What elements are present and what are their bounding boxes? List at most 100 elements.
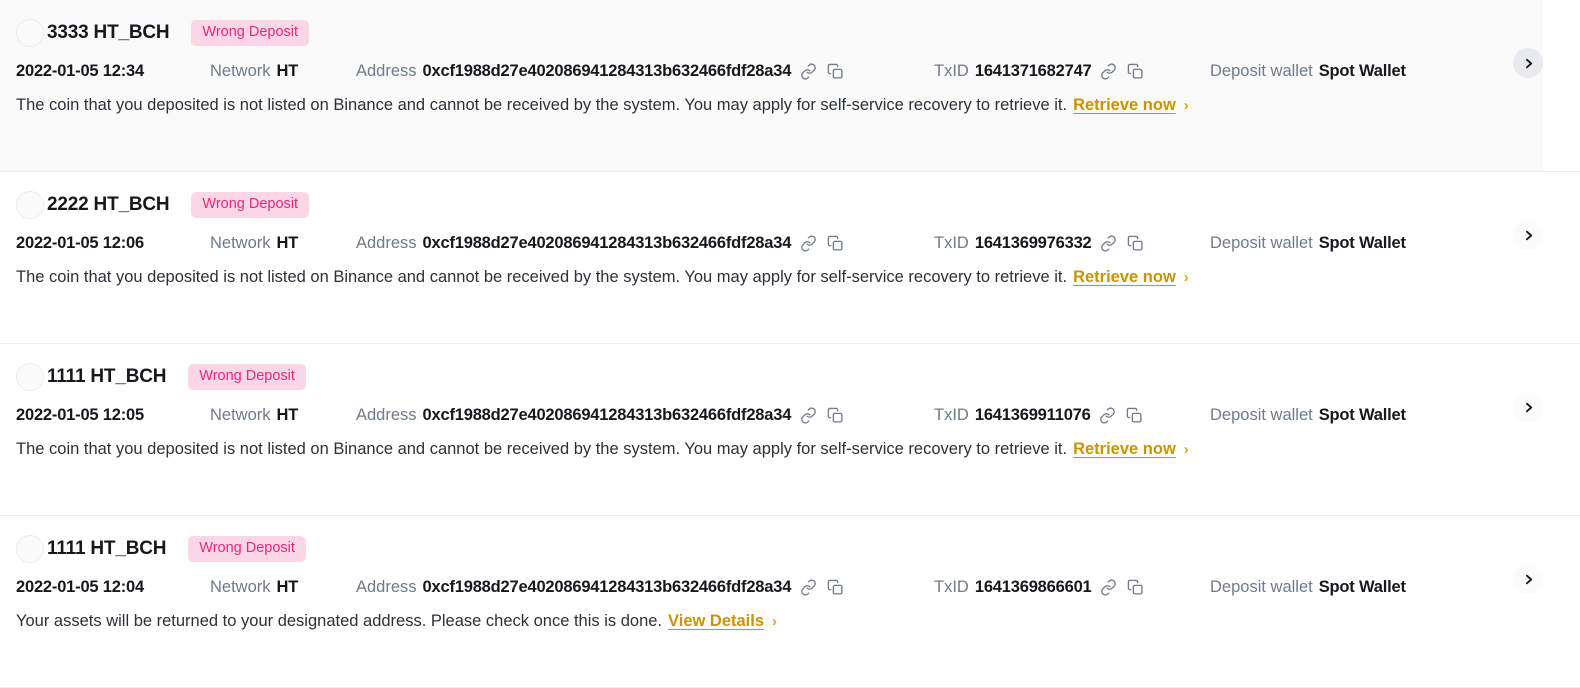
- deposit-row[interactable]: 2222 HT_BCH Wrong Deposit 2022-01-05 12:…: [0, 172, 1580, 344]
- deposit-amount: 3333 HT_BCH: [47, 22, 170, 43]
- deposit-time: 2022-01-05 12:05: [16, 405, 144, 424]
- row-header: 1111 HT_BCH Wrong Deposit: [16, 358, 1564, 396]
- txid-field: TxID 1641371682747: [934, 61, 1210, 81]
- txid-link-icon[interactable]: [1098, 405, 1118, 425]
- row-header: 2222 HT_BCH Wrong Deposit: [16, 186, 1564, 224]
- row-description: The coin that you deposited is not liste…: [16, 264, 1564, 290]
- address-field: Address 0xcf1988d27e402086941284313b6324…: [356, 577, 934, 597]
- description-text: The coin that you deposited is not liste…: [16, 267, 1068, 286]
- address-link-icon[interactable]: [798, 405, 818, 425]
- txid-label: TxID: [934, 61, 969, 80]
- row-expand-button[interactable]: [1513, 392, 1543, 422]
- chevron-right-icon-link[interactable]: ›: [1184, 269, 1189, 286]
- network-field: Network HT: [210, 234, 356, 253]
- address-value: 0xcf1988d27e402086941284313b632466fdf28a…: [422, 61, 792, 80]
- address-link-icon[interactable]: [798, 577, 818, 597]
- txid-field: TxID 1641369911076: [934, 405, 1210, 425]
- chevron-right-icon-link[interactable]: ›: [1184, 97, 1189, 114]
- status-badge: Wrong Deposit: [188, 364, 306, 390]
- deposit-wallet-field: Deposit wallet Spot Wallet: [1210, 578, 1406, 597]
- row-expand-button[interactable]: [1513, 564, 1543, 594]
- txid-link-icon[interactable]: [1099, 61, 1119, 81]
- deposit-wallet-label: Deposit wallet: [1210, 577, 1313, 596]
- deposit-wallet-field: Deposit wallet Spot Wallet: [1210, 406, 1406, 425]
- deposit-time: 2022-01-05 12:06: [16, 233, 144, 252]
- network-label: Network: [210, 61, 271, 80]
- row-meta: 2022-01-05 12:34 Network HT Address 0xcf…: [16, 56, 1564, 86]
- deposit-wallet-value: Spot Wallet: [1318, 577, 1406, 596]
- deposit-wallet-label: Deposit wallet: [1210, 405, 1313, 424]
- coin-avatar: [16, 191, 44, 219]
- network-value: HT: [276, 61, 299, 80]
- status-badge: Wrong Deposit: [191, 20, 310, 46]
- deposit-time: 2022-01-05 12:34: [16, 61, 144, 80]
- description-action-link[interactable]: Retrieve now: [1073, 96, 1176, 115]
- deposit-row[interactable]: 1111 HT_BCH Wrong Deposit 2022-01-05 12:…: [0, 344, 1580, 516]
- address-link-icon[interactable]: [798, 61, 818, 81]
- deposit-wallet-value: Spot Wallet: [1318, 405, 1406, 424]
- deposit-amount: 2222 HT_BCH: [47, 194, 170, 215]
- row-header: 3333 HT_BCH Wrong Deposit: [16, 14, 1564, 52]
- coin-avatar: [16, 363, 44, 391]
- chevron-right-icon-link[interactable]: ›: [1184, 441, 1189, 458]
- description-action-link[interactable]: Retrieve now: [1073, 440, 1176, 459]
- txid-link-icon[interactable]: [1099, 577, 1119, 597]
- address-copy-icon[interactable]: [825, 61, 845, 81]
- coin-avatar: [16, 535, 44, 563]
- txid-value: 1641369911076: [974, 405, 1091, 424]
- description-action-link[interactable]: View Details: [668, 612, 764, 631]
- description-text: Your assets will be returned to your des…: [16, 611, 663, 630]
- txid-label: TxID: [934, 233, 969, 252]
- row-header: 1111 HT_BCH Wrong Deposit: [16, 530, 1564, 568]
- deposit-wallet-value: Spot Wallet: [1318, 61, 1406, 80]
- deposit-wallet-label: Deposit wallet: [1210, 61, 1313, 80]
- deposit-row[interactable]: 3333 HT_BCH Wrong Deposit 2022-01-05 12:…: [0, 0, 1580, 172]
- txid-value: 1641369976332: [974, 233, 1092, 252]
- address-label: Address: [356, 61, 417, 80]
- network-label: Network: [210, 233, 271, 252]
- network-field: Network HT: [210, 578, 356, 597]
- txid-link-icon[interactable]: [1099, 233, 1119, 253]
- deposit-time: 2022-01-05 12:04: [16, 577, 144, 596]
- txid-label: TxID: [934, 405, 969, 424]
- deposit-row[interactable]: 1111 HT_BCH Wrong Deposit 2022-01-05 12:…: [0, 516, 1580, 688]
- txid-copy-icon[interactable]: [1126, 61, 1146, 81]
- network-label: Network: [210, 577, 271, 596]
- address-label: Address: [356, 405, 417, 424]
- row-description: Your assets will be returned to your des…: [16, 608, 1564, 634]
- description-action-link[interactable]: Retrieve now: [1073, 268, 1176, 287]
- address-link-icon[interactable]: [798, 233, 818, 253]
- network-field: Network HT: [210, 62, 356, 81]
- txid-copy-icon[interactable]: [1125, 405, 1145, 425]
- row-description: The coin that you deposited is not liste…: [16, 436, 1564, 462]
- chevron-right-icon-link[interactable]: ›: [772, 613, 777, 630]
- txid-copy-icon[interactable]: [1126, 233, 1146, 253]
- row-meta: 2022-01-05 12:05 Network HT Address 0xcf…: [16, 400, 1564, 430]
- row-meta: 2022-01-05 12:04 Network HT Address 0xcf…: [16, 572, 1564, 602]
- txid-field: TxID 1641369866601: [934, 577, 1210, 597]
- txid-copy-icon[interactable]: [1126, 577, 1146, 597]
- address-value: 0xcf1988d27e402086941284313b632466fdf28a…: [422, 405, 792, 424]
- deposit-wallet-label: Deposit wallet: [1210, 233, 1313, 252]
- row-expand-button[interactable]: [1513, 48, 1543, 78]
- network-value: HT: [276, 233, 299, 252]
- coin-avatar: [16, 19, 44, 47]
- address-field: Address 0xcf1988d27e402086941284313b6324…: [356, 233, 934, 253]
- description-text: The coin that you deposited is not liste…: [16, 439, 1068, 458]
- network-label: Network: [210, 405, 271, 424]
- address-copy-icon[interactable]: [825, 233, 845, 253]
- status-badge: Wrong Deposit: [188, 536, 306, 562]
- address-field: Address 0xcf1988d27e402086941284313b6324…: [356, 61, 934, 81]
- address-copy-icon[interactable]: [825, 577, 845, 597]
- deposit-wallet-field: Deposit wallet Spot Wallet: [1210, 62, 1406, 81]
- row-expand-button[interactable]: [1513, 220, 1543, 250]
- network-field: Network HT: [210, 406, 356, 425]
- address-value: 0xcf1988d27e402086941284313b632466fdf28a…: [422, 233, 792, 252]
- row-description: The coin that you deposited is not liste…: [16, 92, 1564, 118]
- network-value: HT: [276, 405, 299, 424]
- row-meta: 2022-01-05 12:06 Network HT Address 0xcf…: [16, 228, 1564, 258]
- deposit-wallet-value: Spot Wallet: [1318, 233, 1406, 252]
- address-copy-icon[interactable]: [825, 405, 845, 425]
- deposit-amount: 1111 HT_BCH: [47, 366, 167, 387]
- txid-label: TxID: [934, 577, 969, 596]
